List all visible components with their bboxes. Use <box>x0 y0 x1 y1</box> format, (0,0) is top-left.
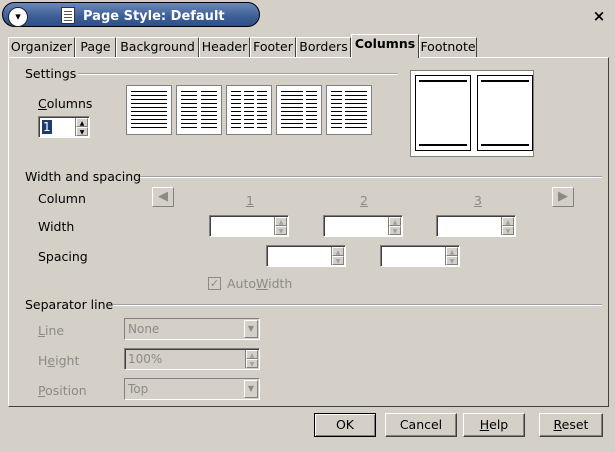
position-select-value: Top <box>128 382 149 396</box>
preview-page-right <box>477 75 533 151</box>
preset-2-columns-right-wide[interactable] <box>326 85 372 135</box>
preset-3-columns[interactable] <box>226 85 272 135</box>
help-button[interactable]: Help <box>463 413 525 437</box>
document-icon <box>61 7 75 24</box>
spin-up-icon[interactable]: ▲ <box>275 217 287 226</box>
columns-label: Columns <box>38 96 93 111</box>
line-select-value: None <box>128 322 160 336</box>
separator-divider <box>113 304 602 306</box>
spin-down-icon[interactable]: ▼ <box>389 226 401 235</box>
position-select[interactable]: Top ▼ <box>124 378 260 400</box>
tab-footer[interactable]: Footer <box>250 37 296 57</box>
settings-group-label: Settings <box>25 66 77 81</box>
spacing-1-stepper[interactable]: ▲ ▼ <box>266 245 346 267</box>
width-spacing-group-label: Width and spacing <box>25 169 142 184</box>
spin-up-icon[interactable]: ▲ <box>446 247 458 256</box>
position-label: Position <box>38 383 87 398</box>
spin-down-icon[interactable]: ▼ <box>76 127 88 136</box>
column-number-1: 1 <box>246 193 254 208</box>
width-col1-stepper[interactable]: ▲ ▼ <box>209 215 289 237</box>
tab-organizer[interactable]: Organizer <box>8 37 75 57</box>
spin-down-icon[interactable]: ▼ <box>246 359 258 368</box>
spin-down-icon[interactable]: ▼ <box>446 256 458 265</box>
height-label: Height <box>38 353 80 368</box>
column-label: Column <box>38 191 86 206</box>
close-icon[interactable]: × <box>590 7 608 25</box>
tab-footnote[interactable]: Footnote <box>419 37 477 57</box>
spin-down-icon[interactable]: ▼ <box>332 256 344 265</box>
prev-column-icon[interactable]: ◀ <box>152 187 174 207</box>
line-select[interactable]: None ▼ <box>124 318 260 340</box>
title-pill: ▾ Page Style: Default <box>2 2 260 27</box>
spin-down-icon[interactable]: ▼ <box>275 226 287 235</box>
preview-page-left <box>415 75 471 151</box>
window-title: Page Style: Default <box>83 9 225 24</box>
separator-group-label: Separator line <box>25 297 114 312</box>
settings-divider <box>78 73 398 75</box>
title-bar: ▾ Page Style: Default × <box>0 0 615 30</box>
spin-up-icon[interactable]: ▲ <box>389 217 401 226</box>
spacing-label: Spacing <box>38 249 88 264</box>
autowidth-checkbox[interactable]: ✓ <box>208 277 221 290</box>
height-value: 100% <box>128 352 163 366</box>
page-preview <box>410 70 534 157</box>
preset-2-columns[interactable] <box>176 85 222 135</box>
cancel-button[interactable]: Cancel <box>385 413 457 437</box>
column-number-3: 3 <box>474 193 482 208</box>
columns-stepper[interactable]: 1 ▲ ▼ <box>38 116 90 138</box>
preset-1-column[interactable] <box>126 85 172 135</box>
width-col3-stepper[interactable]: ▲ ▼ <box>436 215 516 237</box>
height-stepper[interactable]: 100% ▲ ▼ <box>124 348 260 370</box>
next-column-icon[interactable]: ▶ <box>552 187 574 207</box>
width-col2-stepper[interactable]: ▲ ▼ <box>323 215 403 237</box>
reset-button[interactable]: Reset <box>539 413 603 437</box>
spin-up-icon[interactable]: ▲ <box>332 247 344 256</box>
spin-up-icon[interactable]: ▲ <box>502 217 514 226</box>
tab-columns[interactable]: Columns <box>351 34 419 58</box>
column-number-2: 2 <box>360 193 368 208</box>
line-label: Line <box>38 323 65 338</box>
spacing-2-stepper[interactable]: ▲ ▼ <box>380 245 460 267</box>
tab-page[interactable]: Page <box>75 37 116 57</box>
autowidth-label: AutoWidth <box>227 276 293 291</box>
columns-value: 1 <box>42 120 52 134</box>
window-menu-icon[interactable]: ▾ <box>8 7 28 27</box>
tab-header[interactable]: Header <box>199 37 250 57</box>
tab-background[interactable]: Background <box>116 37 199 57</box>
spin-up-icon[interactable]: ▲ <box>246 350 258 359</box>
ok-button[interactable]: OK <box>314 413 376 437</box>
tab-borders[interactable]: Borders <box>296 37 351 57</box>
spin-up-icon[interactable]: ▲ <box>76 118 88 127</box>
width-spacing-divider <box>140 176 602 178</box>
width-label: Width <box>38 219 75 234</box>
chevron-down-icon[interactable]: ▼ <box>244 380 258 398</box>
chevron-down-icon[interactable]: ▼ <box>244 320 258 338</box>
preset-2-columns-left-wide[interactable] <box>276 85 322 135</box>
spin-down-icon[interactable]: ▼ <box>502 226 514 235</box>
